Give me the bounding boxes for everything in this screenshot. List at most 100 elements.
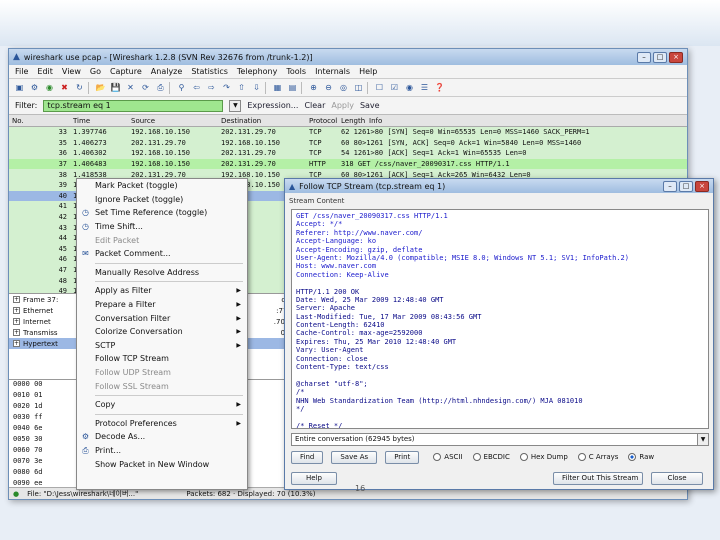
menu-item[interactable]: Colorize Conversation ▶ — [77, 325, 247, 339]
resize-columns-icon[interactable]: ◫ — [352, 81, 365, 94]
conversation-select[interactable]: Entire conversation (62945 bytes) ▼ — [291, 433, 709, 446]
dialog-close-btn[interactable]: Close — [651, 471, 703, 485]
radio-dot[interactable] — [519, 453, 528, 461]
capture-filters-icon[interactable]: ☐ — [373, 81, 386, 94]
maximize-button[interactable]: □ — [653, 51, 667, 63]
radio-dot[interactable] — [433, 453, 442, 461]
back-icon[interactable]: ⇦ — [190, 81, 203, 94]
save-link[interactable]: Save — [360, 101, 380, 110]
col-info[interactable]: Info — [369, 117, 687, 125]
menu-item[interactable]: Protocol Preferences ▶ — [77, 417, 247, 431]
menu-item[interactable]: Apply as Filter ▶ — [77, 284, 247, 298]
expand-icon[interactable]: + — [13, 318, 20, 325]
radio-dot[interactable] — [628, 453, 637, 461]
menu-item[interactable]: ◷ Set Time Reference (toggle) — [77, 206, 247, 220]
menu-item[interactable]: Conversation Filter ▶ — [77, 311, 247, 325]
col-length[interactable]: Length — [341, 117, 369, 125]
menu-telephony[interactable]: Telephony — [237, 67, 277, 76]
menu-edit[interactable]: Edit — [37, 67, 53, 76]
radio-dot[interactable] — [577, 453, 586, 461]
stream-content-text[interactable]: GET /css/naver_20090317.css HTTP/1.1 Acce… — [291, 209, 709, 429]
menu-item[interactable]: ✉ Packet Comment... — [77, 247, 247, 261]
table-row[interactable]: 35 1.406273 202.131.29.70 192.168.10.150 TCP… — [9, 137, 687, 149]
table-row[interactable]: 33 1.397746 192.168.10.150 202.131.29.70 TCP… — [9, 127, 687, 138]
menu-item[interactable]: Follow UDP Stream — [77, 366, 247, 380]
expand-icon[interactable]: + — [13, 340, 20, 347]
menu-internals[interactable]: Internals — [315, 67, 350, 76]
filter-dropdown[interactable]: ▼ — [229, 99, 242, 112]
col-no[interactable]: No. — [9, 117, 71, 125]
menu-item[interactable]: Manually Resolve Address — [77, 266, 247, 280]
radio-hex-dump[interactable]: Hex Dump — [519, 453, 568, 461]
stop-capture-icon[interactable]: ✖ — [58, 81, 71, 94]
coloring-rules-icon[interactable]: ◉ — [403, 81, 416, 94]
goto-icon[interactable]: ↷ — [220, 81, 233, 94]
save-as-button[interactable]: Save As — [331, 450, 378, 464]
radio-ascii[interactable]: ASCII — [433, 453, 463, 461]
last-packet-icon[interactable]: ⇩ — [250, 81, 263, 94]
col-destination[interactable]: Destination — [221, 117, 309, 125]
menu-item[interactable]: ⎙ Print... — [77, 444, 247, 458]
menu-item[interactable]: ◷ Time Shift... — [77, 220, 247, 234]
radio-ebcdic[interactable]: EBCDIC — [472, 453, 510, 461]
radio-dot[interactable] — [472, 453, 481, 461]
restart-capture-icon[interactable]: ↻ — [73, 81, 86, 94]
filter-out-stream-button[interactable]: Filter Out This Stream — [553, 471, 643, 485]
menu-item[interactable]: Follow TCP Stream — [77, 352, 247, 366]
zoom-in-icon[interactable]: ⊕ — [307, 81, 320, 94]
find-button[interactable]: Find — [291, 450, 324, 464]
close-file-icon[interactable]: ✕ — [124, 81, 137, 94]
display-filters-icon[interactable]: ☑ — [388, 81, 401, 94]
find-icon[interactable]: ⚲ — [175, 81, 188, 94]
radio-c-arrays[interactable]: C Arrays — [577, 453, 618, 461]
col-protocol[interactable]: Protocol — [309, 117, 341, 125]
open-icon[interactable]: 📂 — [94, 81, 107, 94]
reload-icon[interactable]: ⟳ — [139, 81, 152, 94]
menu-help[interactable]: Help — [359, 67, 377, 76]
save-icon[interactable]: 💾 — [109, 81, 122, 94]
menu-item[interactable]: Copy ▶ — [77, 398, 247, 412]
menu-file[interactable]: File — [15, 67, 28, 76]
menu-item[interactable]: Follow SSL Stream — [77, 379, 247, 393]
zoom-out-icon[interactable]: ⊖ — [322, 81, 335, 94]
clear-link[interactable]: Clear — [304, 101, 325, 110]
minimize-button[interactable]: – — [637, 51, 651, 63]
print-button[interactable]: Print — [385, 450, 420, 464]
options-icon[interactable]: ⚙ — [28, 81, 41, 94]
col-source[interactable]: Source — [131, 117, 221, 125]
autoscroll-icon[interactable]: ▤ — [286, 81, 299, 94]
forward-icon[interactable]: ⇨ — [205, 81, 218, 94]
menu-view[interactable]: View — [62, 67, 81, 76]
menu-statistics[interactable]: Statistics — [191, 67, 228, 76]
dialog-close-button[interactable]: × — [695, 180, 709, 192]
filter-input[interactable]: tcp.stream eq 1 — [43, 99, 224, 112]
menu-tools[interactable]: Tools — [286, 67, 306, 76]
expand-icon[interactable]: + — [13, 296, 20, 303]
menu-item[interactable]: Show Packet in New Window — [77, 457, 247, 471]
zoom-normal-icon[interactable]: ◎ — [337, 81, 350, 94]
close-button[interactable]: × — [669, 51, 683, 63]
help-button[interactable]: Help — [291, 471, 337, 485]
menu-item[interactable]: ⚙ Decode As... — [77, 430, 247, 444]
table-row[interactable]: 37 1.406483 192.168.10.150 202.131.29.70 HTT… — [9, 158, 687, 170]
help-icon[interactable]: ❓ — [433, 81, 446, 94]
menu-item[interactable]: Mark Packet (toggle) — [77, 179, 247, 193]
menu-go[interactable]: Go — [90, 67, 101, 76]
menu-item[interactable]: SCTP ▶ — [77, 339, 247, 353]
print-icon[interactable]: ⎙ — [154, 81, 167, 94]
preferences-icon[interactable]: ☰ — [418, 81, 431, 94]
menu-item[interactable]: Ignore Packet (toggle) — [77, 193, 247, 207]
expression-link[interactable]: Expression... — [247, 101, 298, 110]
table-row[interactable]: 36 1.406302 192.168.10.150 202.131.29.70 TCP… — [9, 148, 687, 159]
menu-item[interactable]: Edit Packet — [77, 233, 247, 247]
expand-icon[interactable]: + — [13, 307, 20, 314]
menu-analyze[interactable]: Analyze — [151, 67, 183, 76]
col-time[interactable]: Time — [71, 117, 131, 125]
radio-raw[interactable]: Raw — [628, 453, 654, 461]
menu-item[interactable]: Prepare a Filter ▶ — [77, 298, 247, 312]
menu-capture[interactable]: Capture — [110, 67, 142, 76]
apply-link[interactable]: Apply — [331, 101, 354, 110]
expand-icon[interactable]: + — [13, 329, 20, 336]
interfaces-icon[interactable]: ▣ — [13, 81, 26, 94]
first-packet-icon[interactable]: ⇧ — [235, 81, 248, 94]
